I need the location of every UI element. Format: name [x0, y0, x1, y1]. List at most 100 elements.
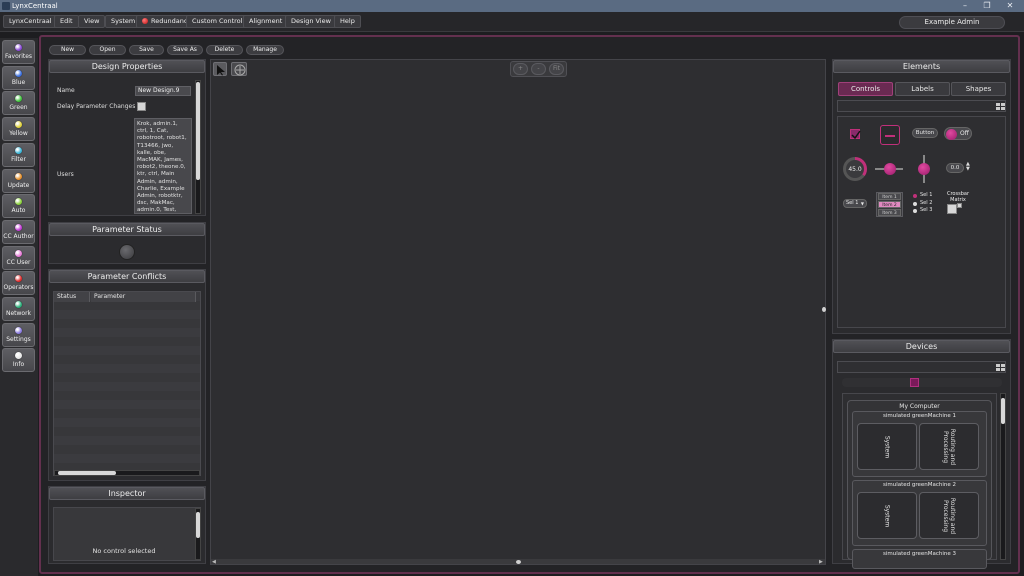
design-properties-scroll-thumb[interactable]: [196, 82, 200, 180]
name-input[interactable]: New Design.9: [135, 86, 191, 96]
design-canvas[interactable]: [210, 59, 826, 565]
open-button[interactable]: Open: [89, 45, 126, 55]
tab-shapes[interactable]: Shapes: [951, 82, 1006, 96]
radio-icon: [913, 201, 917, 206]
toggle-label: Off: [960, 130, 969, 137]
inspector-scroll-thumb[interactable]: [196, 512, 200, 538]
list-item: Item 2: [878, 201, 901, 208]
menu-label: Design View: [291, 17, 331, 25]
grid-view-icon[interactable]: [996, 103, 1005, 110]
spinbox-widget[interactable]: 0.0 ▲ ▼: [946, 162, 972, 173]
menu-item-help[interactable]: Help: [334, 15, 361, 28]
menu-item-custom-control[interactable]: Custom Control: [186, 15, 249, 28]
vertical-slider-widget[interactable]: [917, 155, 931, 183]
select-widget[interactable]: Sel 1 ▼: [843, 199, 867, 208]
nav-update[interactable]: Update: [2, 168, 35, 193]
devices-grid-view-icon[interactable]: [996, 364, 1005, 371]
manage-button[interactable]: Manage: [246, 45, 284, 55]
canvas-hscroll-left-arrow[interactable]: ◀: [212, 559, 216, 565]
pan-tool-button[interactable]: [231, 62, 247, 76]
crossbar-widget[interactable]: Crossbar Matrix: [944, 191, 972, 217]
status-led-icon: [15, 301, 22, 308]
close-icon[interactable]: ✕: [1003, 1, 1017, 10]
save-button[interactable]: Save: [129, 45, 164, 55]
devices-zoom-slider[interactable]: [842, 378, 1002, 387]
device-tile-label: Routing and Processing: [942, 497, 956, 534]
menu-label: Help: [340, 17, 355, 25]
conflicts-col-parameter[interactable]: Parameter: [91, 292, 196, 302]
spinbox-value: 0.0: [946, 163, 964, 173]
zoom-in-button[interactable]: +: [513, 63, 528, 75]
menu-item-edit[interactable]: Edit: [54, 15, 79, 28]
chevron-down-icon: ▼: [860, 201, 864, 206]
knob-widget[interactable]: 45.0: [843, 157, 867, 181]
nav-auto[interactable]: Auto: [2, 194, 35, 219]
status-led-icon: [15, 121, 22, 129]
device-tile-system[interactable]: System: [857, 492, 917, 539]
devices-scroll-thumb[interactable]: [1001, 398, 1005, 424]
nav-favorites[interactable]: Favorites: [2, 40, 35, 64]
nav-label: Blue: [11, 78, 26, 86]
select-tool-button[interactable]: [213, 62, 227, 76]
conflicts-hscroll-thumb[interactable]: [58, 471, 116, 475]
restore-icon[interactable]: ❐: [980, 1, 994, 10]
zoom-fit-button[interactable]: Fit: [549, 63, 564, 75]
elements-header: Elements: [833, 60, 1010, 73]
canvas-vscroll-thumb[interactable]: [822, 307, 826, 312]
nav-label: Green: [9, 104, 28, 112]
status-led-icon: [15, 95, 22, 103]
device-machine-label: simulated greenMachine 3: [882, 551, 957, 557]
device-tile-system[interactable]: System: [857, 423, 917, 470]
menu-label: Custom Control: [192, 17, 243, 25]
status-led-icon: [15, 249, 22, 257]
checkbox-widget[interactable]: [850, 129, 861, 140]
horizontal-slider-widget[interactable]: [875, 163, 903, 175]
nav-cc-author[interactable]: CC Author: [2, 219, 35, 244]
minimize-icon[interactable]: –: [958, 1, 972, 10]
nav-settings[interactable]: Settings: [2, 322, 35, 347]
tab-labels[interactable]: Labels: [895, 82, 950, 96]
conflicts-table-body: [53, 291, 201, 476]
tab-controls[interactable]: Controls: [838, 82, 893, 96]
nav-green[interactable]: Green: [2, 91, 35, 116]
design-properties-header: Design Properties: [49, 60, 205, 73]
toggle-widget[interactable]: Off: [944, 127, 972, 140]
left-nav: Favorites Blue Green Yellow Filter Update Auto…: [0, 38, 38, 576]
save-as-button[interactable]: Save As: [167, 45, 203, 55]
nav-cc-user[interactable]: CC User: [2, 245, 35, 270]
menu-item-view[interactable]: View: [78, 15, 106, 28]
menu-label: LynxCentraal: [9, 17, 52, 25]
devices-zoom-thumb: [910, 378, 919, 387]
app-logo-icon: [2, 2, 10, 10]
radio-icon: [913, 209, 917, 213]
led-button-widget[interactable]: [880, 125, 900, 145]
menu-item-alignment[interactable]: Alignment: [243, 15, 289, 28]
users-list[interactable]: Krok, admin.1, ctrl, 1, Cat, robotroot, …: [134, 118, 192, 214]
device-tile-routing-and-processing[interactable]: Routing and Processing: [919, 423, 979, 470]
nav-network[interactable]: Network: [2, 297, 35, 321]
menu-item-lynxcentraal[interactable]: LynxCentraal: [3, 15, 58, 28]
nav-label: Operators: [3, 284, 34, 292]
delete-button[interactable]: Delete: [206, 45, 243, 55]
canvas-hscroll-thumb[interactable]: [516, 560, 521, 564]
devices-search-input[interactable]: [837, 361, 1006, 373]
conflicts-col-status[interactable]: Status: [54, 292, 90, 302]
slider-thumb: [884, 163, 896, 175]
crossbar-label: Crossbar Matrix: [947, 191, 969, 203]
nav-info[interactable]: Info: [2, 348, 35, 373]
elements-search-input[interactable]: [837, 100, 1006, 112]
nav-blue[interactable]: Blue: [2, 65, 35, 90]
users-label: Users: [57, 171, 74, 178]
button-widget[interactable]: Button: [912, 128, 938, 138]
new-button[interactable]: New: [49, 45, 86, 55]
nav-yellow[interactable]: Yellow: [2, 117, 35, 142]
user-badge[interactable]: Example Admin: [899, 16, 1005, 29]
canvas-hscroll-right-arrow[interactable]: ▶: [819, 559, 823, 565]
menu-item-design-view[interactable]: Design View: [285, 15, 337, 28]
nav-operators[interactable]: Operators: [2, 271, 35, 296]
delay-parameter-checkbox[interactable]: [137, 102, 146, 111]
controls-palette: [837, 116, 1006, 328]
zoom-out-button[interactable]: -: [531, 63, 546, 75]
nav-filter[interactable]: Filter: [2, 142, 35, 167]
device-tile-routing-and-processing[interactable]: Routing and Processing: [919, 492, 979, 539]
